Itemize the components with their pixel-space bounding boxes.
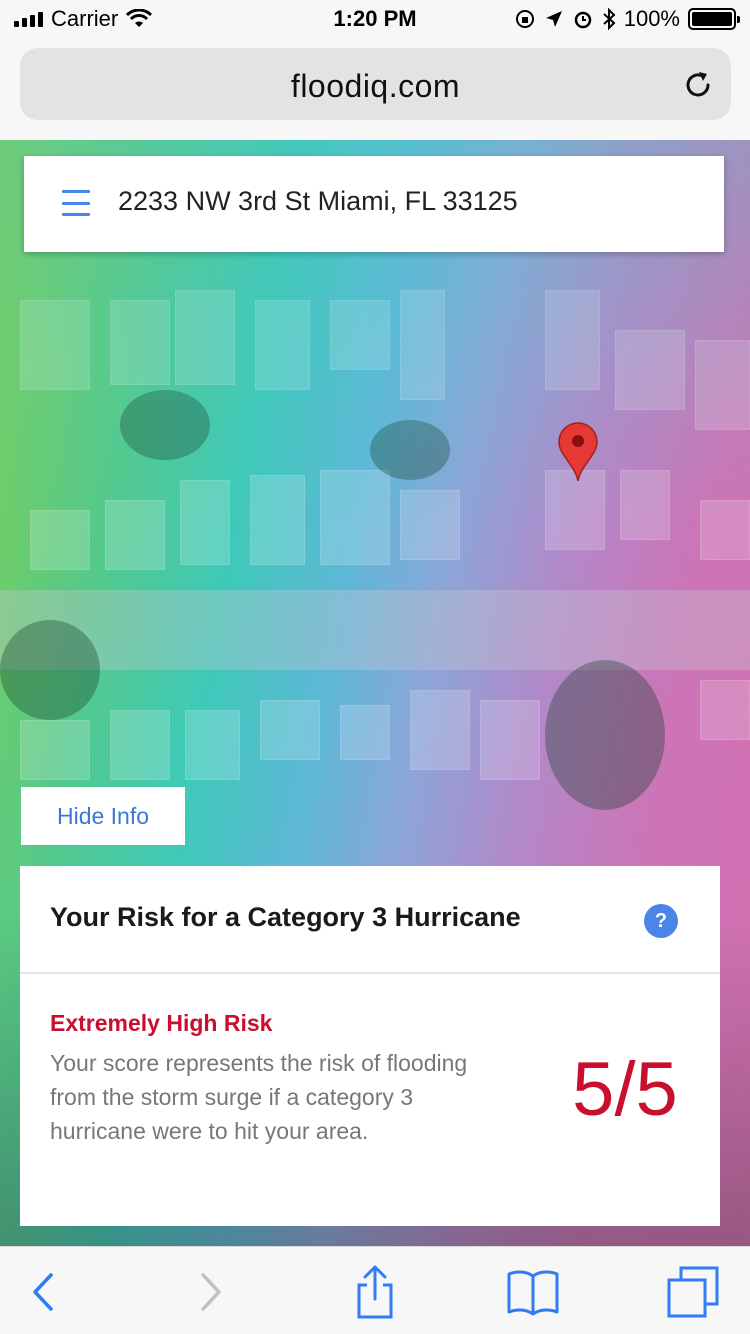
- chevron-right-icon[interactable]: [197, 1272, 225, 1312]
- risk-info-panel: Your Risk for a Category 3 Hurricane ? E…: [20, 866, 720, 1226]
- browser-toolbar: [0, 1246, 750, 1334]
- forward-button[interactable]: [184, 1265, 238, 1319]
- bluetooth-icon: [603, 8, 616, 30]
- help-icon[interactable]: ?: [644, 904, 678, 938]
- browser-address-area: floodiq.com: [0, 40, 750, 140]
- book-icon[interactable]: [506, 1268, 560, 1316]
- risk-header: Your Risk for a Category 3 Hurricane ?: [20, 866, 720, 974]
- share-icon[interactable]: [353, 1265, 397, 1319]
- orientation-lock-icon: [515, 10, 534, 28]
- status-icons: 100%: [514, 6, 740, 32]
- battery-icon: [688, 8, 740, 30]
- back-button[interactable]: [16, 1265, 70, 1319]
- chevron-left-icon[interactable]: [29, 1272, 57, 1312]
- tabs-icon[interactable]: [667, 1266, 719, 1318]
- reload-icon[interactable]: [681, 68, 715, 102]
- risk-title: Your Risk for a Category 3 Hurricane: [50, 902, 521, 932]
- hide-info-button[interactable]: Hide Info: [21, 787, 185, 845]
- bookmarks-button[interactable]: [506, 1265, 560, 1319]
- risk-score: 5/5: [572, 1047, 678, 1132]
- tabs-button[interactable]: [666, 1265, 720, 1319]
- address-input[interactable]: 2233 NW 3rd St Miami, FL 33125: [118, 186, 518, 217]
- risk-level-label: Extremely High Risk: [50, 1010, 273, 1036]
- alarm-icon: [574, 11, 591, 29]
- map-pin-icon[interactable]: [557, 421, 599, 483]
- battery-percent: 100%: [623, 6, 680, 31]
- risk-description: Your score represents the risk of floodi…: [50, 1050, 468, 1144]
- url-bar[interactable]: floodiq.com: [20, 48, 731, 120]
- status-bar: Carrier 1:20 PM 100%: [0, 0, 750, 40]
- url-text[interactable]: floodiq.com: [20, 68, 731, 105]
- location-icon: [545, 11, 562, 27]
- hamburger-icon[interactable]: [62, 190, 90, 216]
- share-button[interactable]: [348, 1265, 402, 1319]
- address-search-card[interactable]: 2233 NW 3rd St Miami, FL 33125: [24, 156, 724, 252]
